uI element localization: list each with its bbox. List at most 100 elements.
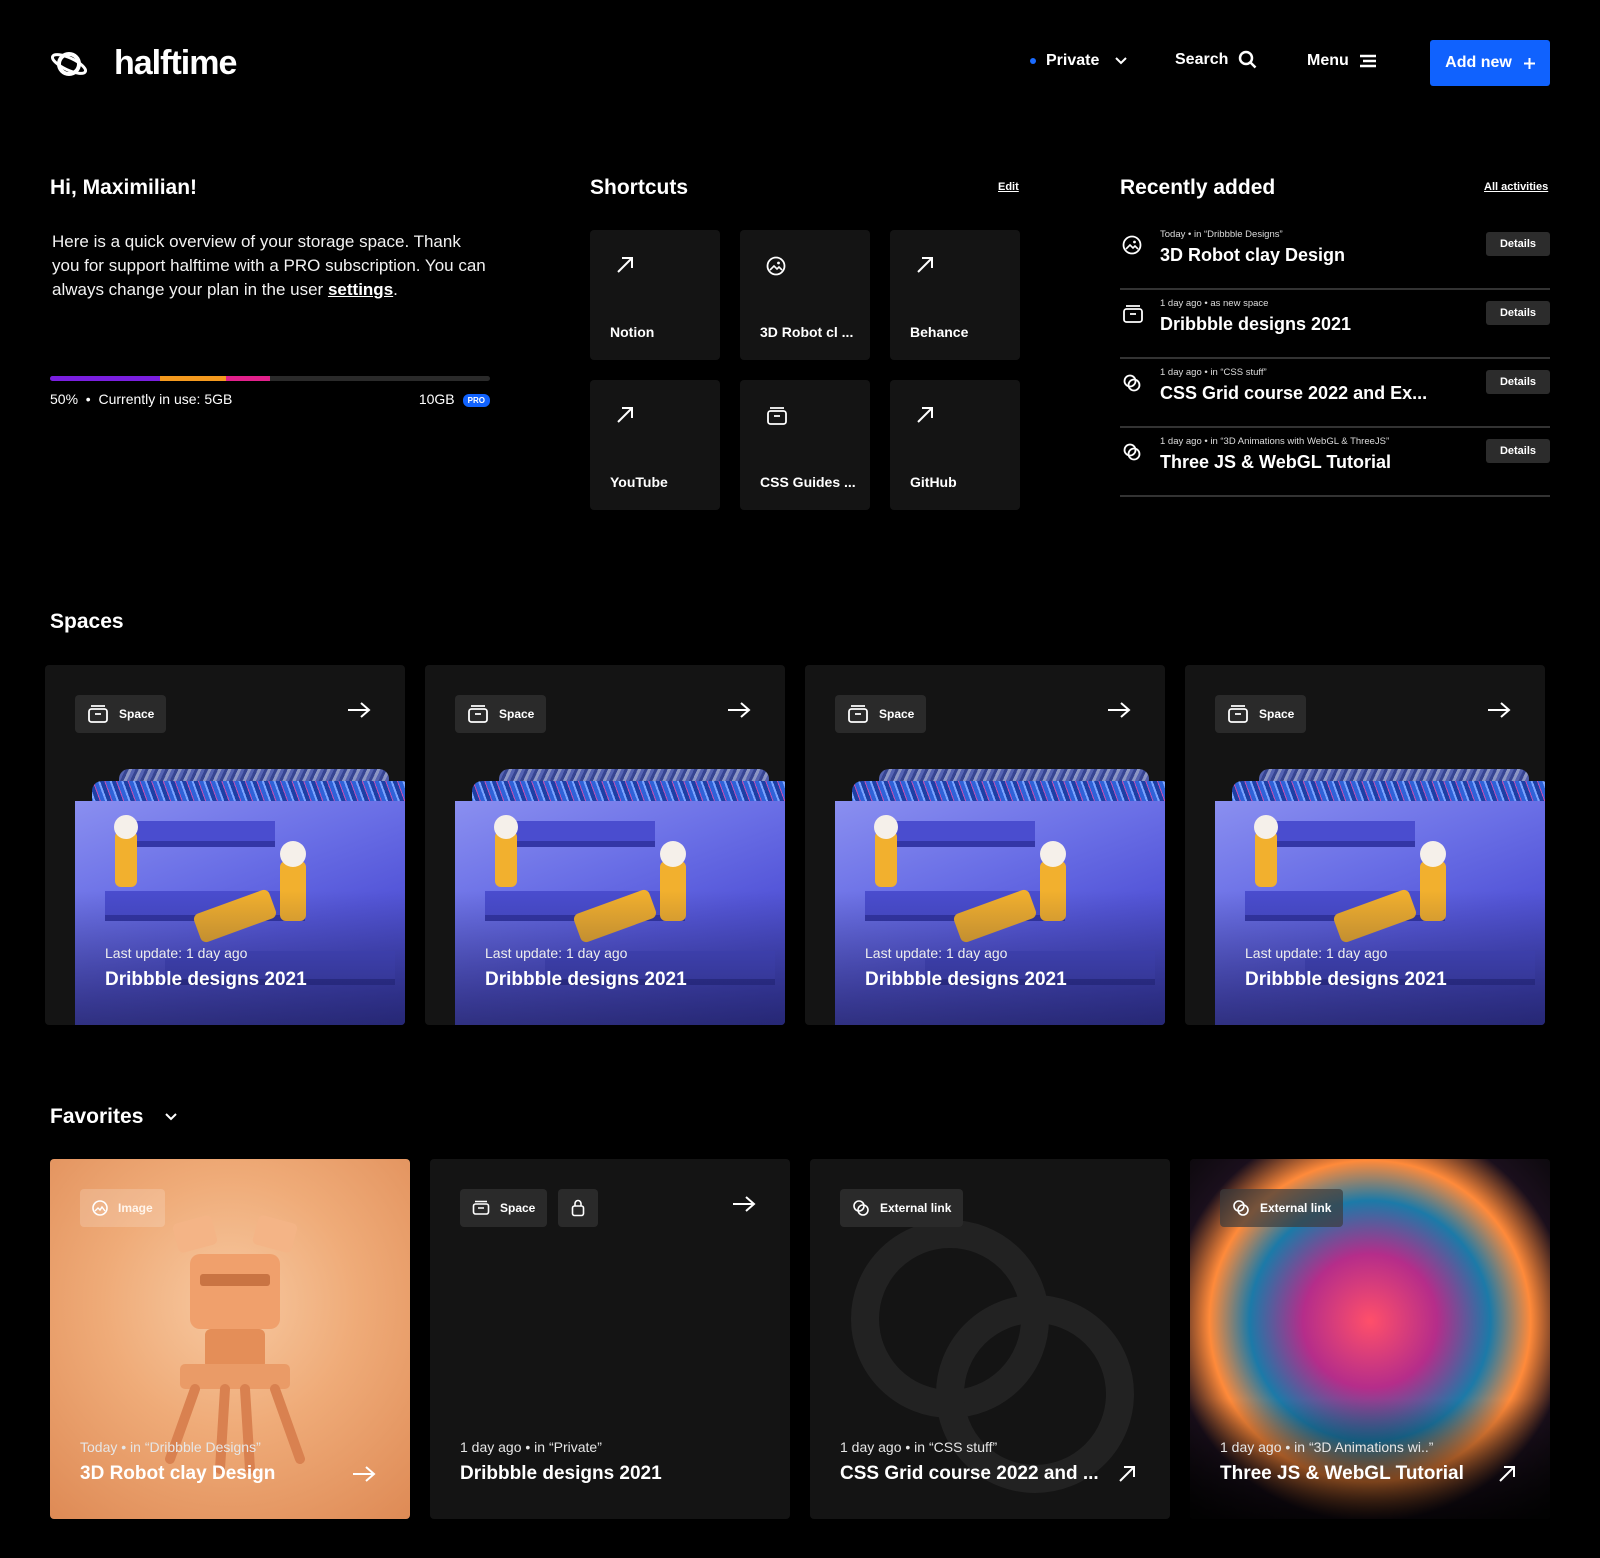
chip-label: Space xyxy=(500,1201,536,1215)
favorite-meta: 1 day ago • in “Private” xyxy=(460,1439,602,1455)
scene-figure-head xyxy=(280,841,306,867)
image-fade xyxy=(1190,1399,1550,1519)
space-card[interactable]: Space Last update: 1 day ago Dribbble desi… xyxy=(1185,665,1545,1025)
menu-button[interactable]: Menu xyxy=(1307,52,1377,70)
recent-item[interactable]: 1 day ago • in “3D Animations with WebGL… xyxy=(1120,428,1550,497)
favorite-title: Three JS & WebGL Tutorial xyxy=(1220,1463,1464,1484)
recent-meta: 1 day ago • as new space xyxy=(1160,298,1269,309)
chip-label: Space xyxy=(1259,707,1295,721)
arrow-right-icon[interactable] xyxy=(347,701,371,719)
details-button[interactable]: Details xyxy=(1486,370,1550,394)
all-activities-link[interactable]: All activities xyxy=(1484,181,1548,193)
recent-item[interactable]: 1 day ago • as new space Dribbble designs… xyxy=(1120,290,1550,359)
space-chip: Space xyxy=(75,695,167,733)
details-button[interactable]: Details xyxy=(1486,232,1550,256)
scene-block xyxy=(135,821,275,847)
scene-figure xyxy=(280,861,306,921)
recent-title: CSS Grid course 2022 and Ex... xyxy=(1160,383,1428,403)
archive-icon xyxy=(467,704,489,724)
favorite-card-css-grid[interactable]: External link 1 day ago • in “CSS stuff”… xyxy=(810,1159,1170,1519)
settings-link[interactable]: settings xyxy=(328,280,393,299)
storage-usage-bar xyxy=(50,376,490,381)
lock-chip xyxy=(558,1189,598,1227)
space-card[interactable]: Space Last update: 1 day ago Dribbble desi… xyxy=(425,665,785,1025)
favorite-card-robot[interactable]: Image Today • in “Dribbble Designs” 3D R… xyxy=(50,1159,410,1519)
lock-icon xyxy=(571,1199,585,1217)
details-button[interactable]: Details xyxy=(1486,439,1550,463)
favorites-heading[interactable]: Favorites xyxy=(50,1105,178,1129)
arrow-up-right-icon xyxy=(616,406,634,424)
space-card[interactable]: Space Last update: 1 day ago Dribbble desi… xyxy=(45,665,405,1025)
brand-logo[interactable]: halftime xyxy=(50,44,237,83)
usage-segment xyxy=(226,376,270,381)
spaces-heading: Spaces xyxy=(50,610,124,633)
shortcut-tile[interactable]: 3D Robot cl ... xyxy=(740,230,870,360)
arrow-up-right-icon[interactable] xyxy=(1118,1465,1136,1483)
scene-block xyxy=(1275,821,1415,847)
arrow-up-right-icon[interactable] xyxy=(1498,1465,1516,1483)
capacity-value: 10GB xyxy=(418,391,455,407)
recent-item[interactable]: 1 day ago • in “CSS stuff” CSS Grid cours… xyxy=(1120,359,1550,428)
space-last-update: Last update: 1 day ago xyxy=(105,945,248,961)
workspace-selector[interactable]: Private xyxy=(1030,52,1128,70)
scene-figure-head xyxy=(874,815,898,839)
overview-body: Here is a quick overview of your storage… xyxy=(52,232,486,299)
favorite-card-threejs[interactable]: External link 1 day ago • in “3D Animati… xyxy=(1190,1159,1550,1519)
arrow-right-icon[interactable] xyxy=(732,1195,756,1213)
space-chip: Space xyxy=(455,695,547,733)
recent-meta: 1 day ago • in “CSS stuff” xyxy=(1160,367,1267,378)
favorite-card-space[interactable]: Space 1 day ago • in “Private” Dribbble … xyxy=(430,1159,790,1519)
shortcut-tile[interactable]: GitHub xyxy=(890,380,1020,510)
storage-usage-labels: 50% • Currently in use: 5GB 10GB PRO xyxy=(50,391,490,407)
status-dot xyxy=(1030,58,1036,64)
chevron-down-icon xyxy=(165,1113,178,1121)
scene-block xyxy=(895,821,1035,847)
space-title: Dribbble designs 2021 xyxy=(105,969,307,990)
archive-icon xyxy=(472,1200,490,1216)
chip-label: Space xyxy=(879,707,915,721)
add-new-button[interactable]: Add new xyxy=(1430,40,1550,86)
scene-figure-head xyxy=(1420,841,1446,867)
space-last-update: Last update: 1 day ago xyxy=(485,945,628,961)
arrow-right-icon[interactable] xyxy=(1487,701,1511,719)
space-cover-image: Last update: 1 day ago Dribbble designs 2… xyxy=(75,801,405,1025)
search-button[interactable]: Search xyxy=(1175,50,1258,70)
space-title: Dribbble designs 2021 xyxy=(485,969,687,990)
recent-title: 3D Robot clay Design xyxy=(1160,245,1346,265)
shortcut-label: GitHub xyxy=(910,474,957,490)
space-card[interactable]: Space Last update: 1 day ago Dribbble desi… xyxy=(805,665,1165,1025)
recent-item[interactable]: Today • in “Dribbble Designs” 3D Robot cl… xyxy=(1120,221,1550,290)
arrow-right-icon[interactable] xyxy=(1107,701,1131,719)
shortcut-label: Behance xyxy=(910,324,969,340)
arrow-up-right-icon xyxy=(916,406,934,424)
link-icon xyxy=(852,1199,870,1217)
archive-icon xyxy=(1227,704,1249,724)
scene-figure xyxy=(1255,831,1277,887)
arrow-right-icon[interactable] xyxy=(352,1465,376,1483)
shortcuts-edit-link[interactable]: Edit xyxy=(998,181,1019,193)
shortcut-tile[interactable]: YouTube xyxy=(590,380,720,510)
shortcut-tile[interactable]: Behance xyxy=(890,230,1020,360)
shortcut-label: 3D Robot cl ... xyxy=(760,324,854,340)
space-last-update: Last update: 1 day ago xyxy=(865,945,1008,961)
favorite-meta: 1 day ago • in “CSS stuff” xyxy=(840,1439,998,1455)
shortcut-label: YouTube xyxy=(610,474,668,490)
pro-badge: PRO xyxy=(462,393,490,407)
scene-block xyxy=(865,891,1065,921)
scene-figure-head xyxy=(1254,815,1278,839)
favorite-type-chip: Space xyxy=(460,1189,548,1227)
favorite-meta: 1 day ago • in “3D Animations wi..” xyxy=(1220,1439,1434,1455)
favorite-meta: Today • in “Dribbble Designs” xyxy=(80,1439,261,1455)
details-button[interactable]: Details xyxy=(1486,301,1550,325)
shortcut-tile[interactable]: CSS Guides ... xyxy=(740,380,870,510)
shortcut-tile[interactable]: Notion xyxy=(590,230,720,360)
scene-block xyxy=(1245,891,1445,921)
usage-segment xyxy=(50,376,160,381)
arrow-right-icon[interactable] xyxy=(727,701,751,719)
shortcuts-heading: Shortcuts xyxy=(590,176,689,199)
favorite-type-chip: External link xyxy=(840,1189,964,1227)
archive-icon xyxy=(1122,304,1144,324)
recent-title: Three JS & WebGL Tutorial xyxy=(1160,452,1392,472)
space-title: Dribbble designs 2021 xyxy=(865,969,1067,990)
add-new-label: Add new xyxy=(1445,54,1512,71)
